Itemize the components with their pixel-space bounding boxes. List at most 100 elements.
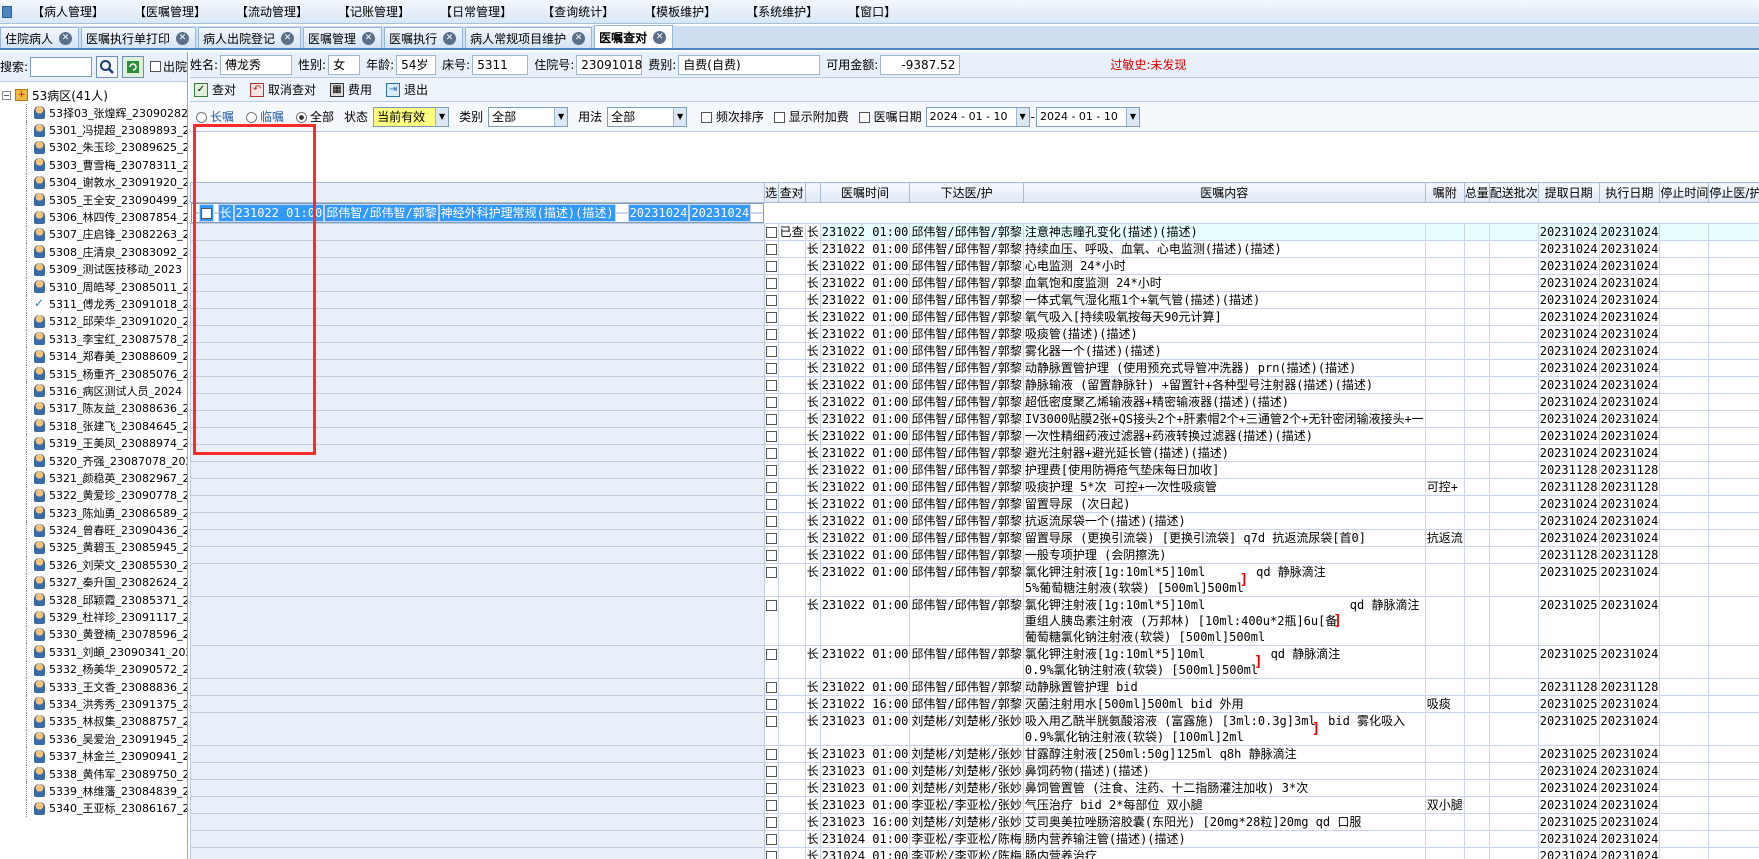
long-order-radio[interactable]: 长嘱 (196, 108, 234, 125)
patient-node[interactable]: 5333_王文香_23088836_2 (0, 677, 187, 696)
select-cell[interactable] (763, 308, 779, 326)
patient-node[interactable]: 5331_刘頔_23090341_202 (0, 643, 187, 661)
select-cell[interactable] (763, 596, 779, 646)
patient-node[interactable]: 5310_周皓琴_23085011_2 (0, 277, 187, 296)
select-cell[interactable] (763, 444, 779, 462)
select-cell[interactable] (763, 645, 779, 679)
table-row[interactable]: 长 231023 01:00 刘楚彬/刘楚彬/张妙 吸入用乙酰半胱氨酸溶液 (富露施)… (190, 712, 1759, 746)
patient-node[interactable]: 5327_秦升国_23082624_2 (0, 573, 187, 591)
row-checkbox[interactable] (765, 482, 777, 493)
date-to-picker[interactable]: 2024 - 01 - 10 ▼ (1035, 106, 1140, 127)
close-icon[interactable]: ✕ (572, 31, 586, 45)
patient-node[interactable]: 5314_郑春美_23088609_2 (0, 347, 187, 365)
table-row[interactable]: 长 231022 01:00 邱伟智/邱伟智/郭黎 吸痰管(描述)(描述) 202310… (190, 325, 1759, 343)
row-checkbox[interactable] (765, 278, 777, 289)
table-row[interactable]: 长 231022 01:00 邱伟智/邱伟智/郭黎 雾化器一个(描述)(描述) 2023… (190, 342, 1759, 360)
row-checkbox[interactable] (765, 499, 777, 510)
show-extra-fee-checkbox[interactable]: 显示附加费 (773, 108, 849, 125)
table-row[interactable]: 长 231023 01:00 刘楚彬/刘楚彬/张妙 甘露醇注射液[250ml:50g]… (190, 745, 1759, 763)
row-checkbox[interactable] (765, 312, 777, 323)
column-header[interactable]: 选 (763, 182, 779, 203)
table-row[interactable]: 已查长 231022 01:00 邱伟智/邱伟智/郭黎 注意神志瞳孔变化(描述)(描述… (190, 223, 1759, 241)
patient-node[interactable]: 5338_黄伟军_23089750_2 (0, 764, 187, 783)
row-checkbox[interactable] (765, 516, 777, 527)
column-header[interactable]: 提取日期 (1537, 182, 1600, 203)
patient-node[interactable]: 5323_陈灿勇_23086589_2 (0, 503, 187, 522)
table-row[interactable]: 长 231022 01:00 邱伟智/邱伟智/郭黎 护理费[使用防褥疮气垫床每日加收]… (190, 461, 1759, 479)
table-row[interactable]: 长 231022 01:00 邱伟智/邱伟智/郭黎 动静脉置管护理 bid 202311… (190, 678, 1759, 696)
table-row[interactable]: 长 231022 01:00 邱伟智/邱伟智/郭黎 IV3000贴膜2张+QS接头2个… (190, 410, 1759, 428)
tab[interactable]: 医嘱管理 ✕ (303, 27, 383, 48)
row-checkbox[interactable] (765, 567, 777, 578)
row-checkbox[interactable] (765, 448, 777, 459)
table-row[interactable]: 长 231022 01:00 邱伟智/邱伟智/郭黎 氯化钾注射液[1g:10ml*5]… (190, 596, 1759, 646)
select-cell[interactable] (763, 762, 779, 780)
row-checkbox[interactable] (765, 834, 777, 845)
select-cell[interactable] (763, 796, 779, 814)
usage-select[interactable]: 全部 ▼ (607, 106, 688, 127)
row-checkbox[interactable] (765, 851, 777, 859)
menu-item[interactable]: 【日常管理】 (426, 3, 528, 20)
select-cell[interactable] (763, 393, 779, 411)
select-cell[interactable] (763, 325, 779, 343)
patient-node[interactable]: 5326_刘荣文_23085530_2 (0, 556, 187, 574)
select-cell[interactable] (763, 376, 779, 394)
temp-order-radio[interactable]: 临嘱 (246, 108, 284, 125)
menu-item[interactable]: 【医嘱管理】 (120, 3, 222, 20)
status-select[interactable]: 当前有效 ▼ (373, 106, 450, 127)
table-row[interactable]: 长 231022 01:00 邱伟智/邱伟智/郭黎 超低密度聚乙烯输液器+精密输液器(… (190, 393, 1759, 411)
tree-root[interactable]: − + 53病区(41人) (0, 86, 187, 104)
row-checkbox[interactable] (765, 465, 777, 476)
menu-item[interactable]: 【系统维护】 (732, 3, 834, 20)
search-button[interactable] (96, 55, 119, 78)
table-row[interactable]: 长 231022 01:00 邱伟智/邱伟智/郭黎 一次性精细药液过滤器+药液转换过滤… (190, 427, 1759, 445)
row-checkbox[interactable] (765, 295, 777, 306)
patient-node[interactable]: 5317_陈友益_23088636_2 (0, 399, 187, 418)
row-checkbox[interactable] (765, 716, 777, 727)
patient-node[interactable]: 5336_吴爱治_23091945_2 (0, 730, 187, 748)
select-cell[interactable] (198, 204, 214, 222)
row-checkbox[interactable] (765, 363, 777, 374)
select-cell[interactable] (763, 240, 779, 258)
patient-node[interactable]: 5330_黄登楠_23078596_2 (0, 625, 187, 644)
table-row[interactable]: 长 231022 01:00 邱伟智/邱伟智/郭黎 一体式氧气湿化瓶1个+氧气管(描述… (190, 291, 1759, 309)
table-row[interactable]: 长 231022 01:00 邱伟智/邱伟智/郭黎 一般专项护理 (会阴擦洗) 2023… (190, 546, 1759, 564)
select-cell[interactable] (763, 495, 779, 513)
patient-node[interactable]: 5301_冯提超_23089893_2 (0, 121, 187, 139)
table-row[interactable]: 长 231022 01:00 邱伟智/邱伟智/郭黎 留置导尿 (更换引流袋) [更换引… (190, 529, 1759, 547)
patient-node[interactable]: 5335_林叔集_23088757_2 (0, 712, 187, 731)
collapse-icon[interactable]: − (2, 90, 11, 100)
menu-item[interactable]: 【模板维护】 (630, 3, 732, 20)
select-cell[interactable] (763, 546, 779, 564)
tab[interactable]: 病人常规项目维护 ✕ (465, 27, 593, 48)
patient-node[interactable]: 5303_曹雪梅_23078311_2 (0, 156, 187, 174)
select-cell[interactable] (763, 427, 779, 445)
patient-node[interactable]: 5315_杨重齐_23085076_2 (0, 364, 187, 383)
close-icon[interactable]: ✕ (443, 31, 457, 45)
row-checkbox[interactable] (765, 800, 777, 811)
select-cell[interactable] (763, 813, 779, 831)
exit-button[interactable]: ⇥ 退出 (386, 81, 428, 98)
table-row[interactable]: 长 231022 01:00 邱伟智/邱伟智/郭黎 心电监测 24*小时 2023102… (190, 257, 1759, 275)
table-row[interactable]: 长 231022 01:00 邱伟智/邱伟智/郭黎 血氧饱和度监测 24*小时 2023… (190, 274, 1759, 292)
type-select[interactable]: 全部 ▼ (488, 106, 569, 127)
table-row[interactable]: 长 231022 01:00 邱伟智/邱伟智/郭黎 动静脉置管护理 (使用预充式导管冲… (190, 359, 1759, 377)
patient-node[interactable]: 5321_颜稳英_23082967_2 (0, 469, 187, 487)
menu-item[interactable]: 【记账管理】 (324, 3, 426, 20)
table-row[interactable]: 长 231023 01:00 李亚松/李亚松/张妙 气压治疗 bid 2*每部位 双小… (190, 796, 1759, 814)
column-header[interactable]: 执行日期 (1598, 182, 1661, 203)
select-cell[interactable] (763, 712, 779, 746)
check-button[interactable]: ✓ 查对 (194, 81, 236, 98)
select-cell[interactable] (763, 257, 779, 275)
patient-node[interactable]: 5334_洪秀秀_23091375_2 (0, 695, 187, 713)
table-row[interactable]: 长 231022 01:00 邱伟智/邱伟智/郭黎 氯化钾注射液[1g:10ml*5]… (190, 563, 1759, 597)
row-checkbox[interactable] (765, 749, 777, 760)
patient-node[interactable]: 5302_朱玉珍_23089625_2 (0, 138, 187, 157)
refresh-button[interactable] (122, 55, 144, 78)
patient-node[interactable]: 5328_邱颖霞_23085371_2 (0, 590, 187, 609)
row-checkbox[interactable] (200, 208, 212, 219)
table-row[interactable]: 长 231022 01:00 邱伟智/邱伟智/郭黎 静脉输液 (留置静脉针) +留置针… (190, 376, 1759, 394)
close-icon[interactable]: ✕ (281, 31, 295, 45)
patient-node[interactable]: ✓ 5311_傅龙秀_23091018_2 (0, 295, 187, 313)
patient-node[interactable]: 5325_黄碧玉_23085945_2 (0, 538, 187, 557)
